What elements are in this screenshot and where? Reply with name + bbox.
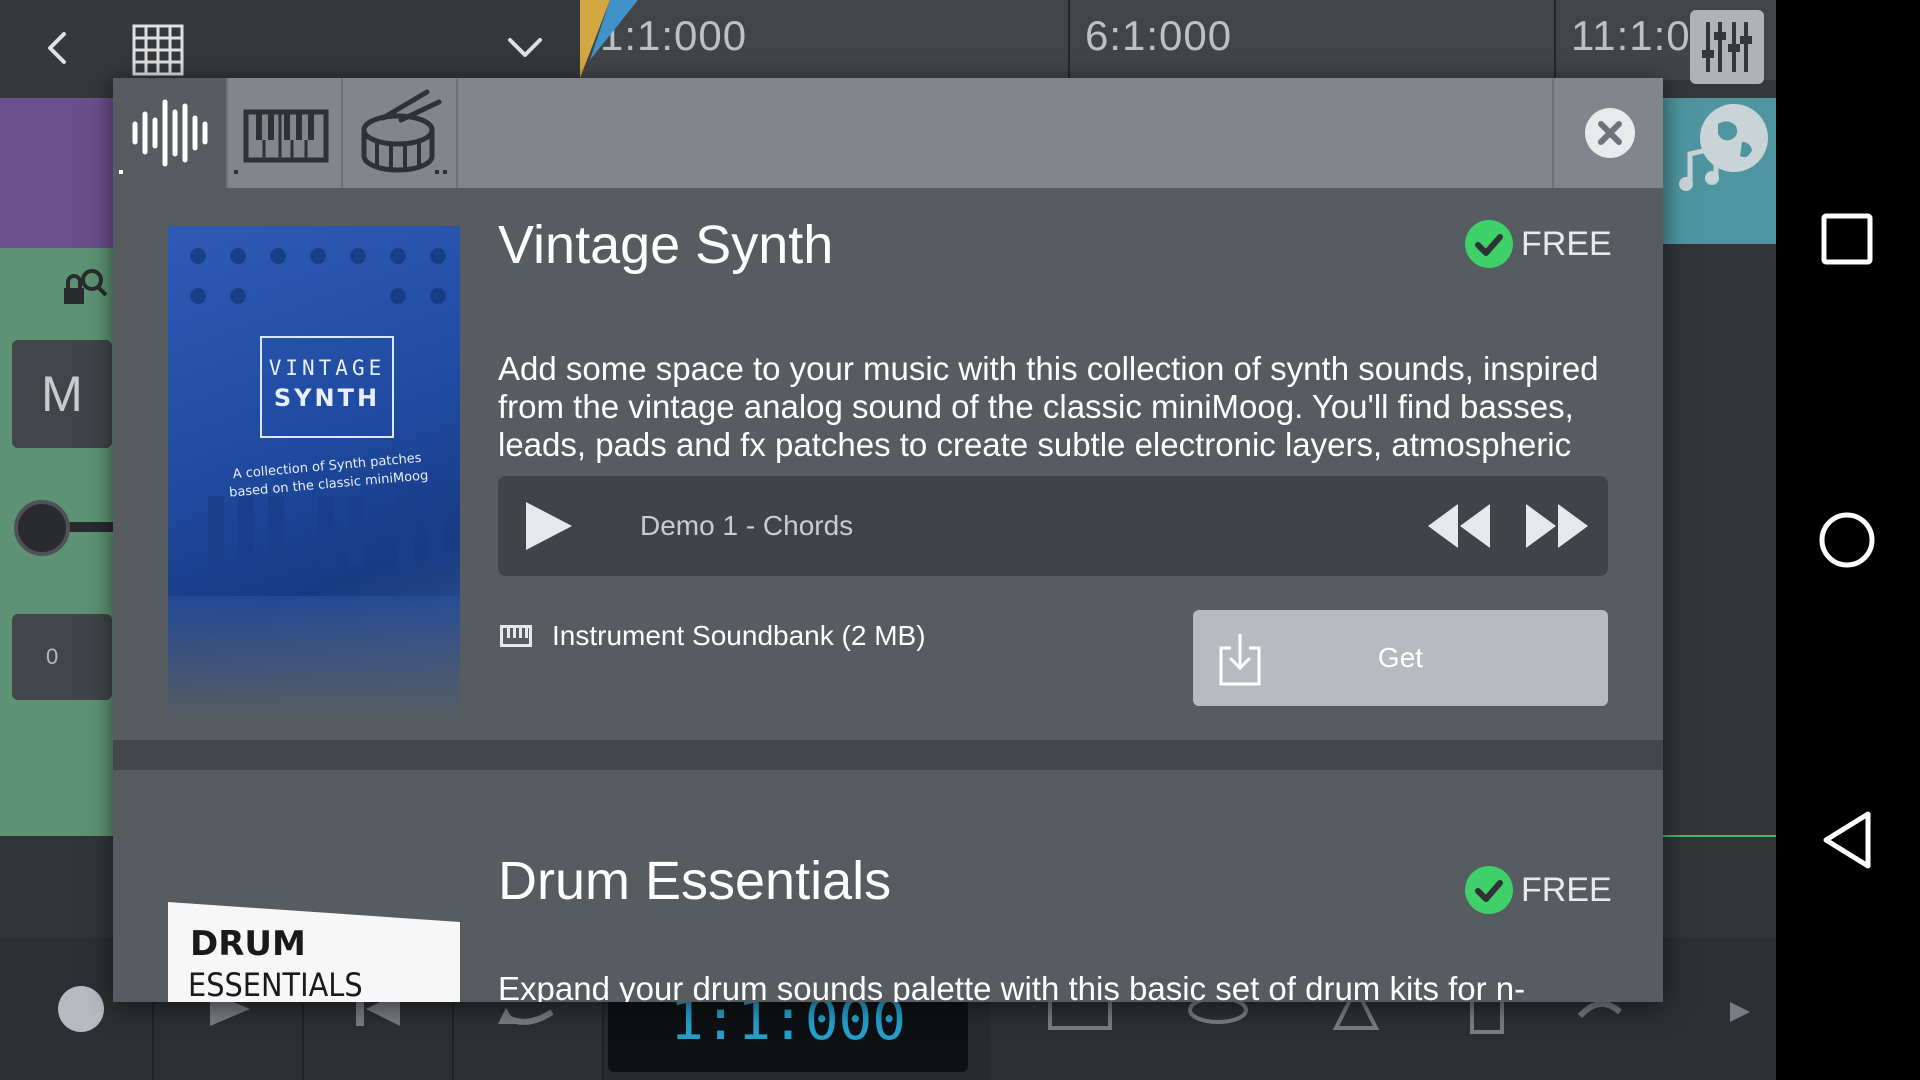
home-icon[interactable] [1819, 512, 1875, 568]
recent-apps-icon[interactable] [1821, 213, 1873, 265]
waveform-icon [119, 99, 208, 174]
cover-title-box: VINTAGE SYNTH [260, 336, 394, 438]
free-badge: FREE [1465, 866, 1612, 914]
product-card: DRUM ESSENTIALS Drum Essentials FREE Exp… [113, 770, 1663, 1002]
play-icon[interactable] [520, 496, 580, 556]
screen: 1:1:000 6:1:000 11:1:00 M 0 1:1:000 VINT… [0, 0, 1920, 1080]
product-title: Vintage Synth [498, 215, 834, 275]
close-area [1552, 78, 1663, 188]
tab-instruments[interactable] [228, 78, 343, 188]
piano-keyboard-icon [234, 109, 329, 174]
product-description: Expand your drum sounds palette with thi… [498, 970, 1526, 1002]
android-nav-bar [1776, 0, 1920, 1080]
tab-audio[interactable] [113, 78, 228, 188]
get-button-label: Get [1377, 642, 1424, 673]
product-card: VINTAGE SYNTH A collection of Synth patc… [113, 188, 1663, 740]
price-label: FREE [1521, 870, 1612, 909]
product-cover-image[interactable]: DRUM ESSENTIALS [168, 902, 460, 1002]
drum-icon [361, 89, 447, 174]
product-description: Add some space to your music with this c… [498, 350, 1599, 463]
free-badge: FREE [1465, 220, 1612, 268]
check-circle-icon [1465, 220, 1513, 268]
cover-title-line1: VINTAGE [268, 356, 386, 380]
fast-forward-icon[interactable] [1522, 500, 1592, 552]
snare-drum-art [168, 902, 460, 1002]
rewind-icon[interactable] [1424, 500, 1494, 552]
cover-title-line2: SYNTH [273, 384, 381, 412]
modal-tab-bar [113, 78, 1663, 188]
close-icon[interactable] [1585, 108, 1635, 158]
sound-store-modal: VINTAGE SYNTH A collection of Synth patc… [113, 78, 1663, 1002]
back-nav-icon[interactable] [1823, 811, 1871, 869]
package-info: Instrument Soundbank (2 MB) [500, 620, 926, 652]
demo-track-label: Demo 1 - Chords [640, 510, 854, 541]
demo-player: Demo 1 - Chords [498, 476, 1608, 576]
package-info-label: Instrument Soundbank (2 MB) [552, 620, 926, 651]
cover-reflection [168, 596, 460, 716]
card-separator [113, 740, 1663, 770]
product-cover-image[interactable]: VINTAGE SYNTH A collection of Synth patc… [168, 226, 460, 716]
product-title: Drum Essentials [498, 851, 892, 911]
price-label: FREE [1521, 224, 1612, 263]
check-circle-icon [1465, 866, 1513, 914]
piano-keyboard-icon [500, 625, 532, 647]
tab-drums[interactable] [343, 78, 458, 188]
get-button[interactable]: Get [1193, 610, 1608, 706]
